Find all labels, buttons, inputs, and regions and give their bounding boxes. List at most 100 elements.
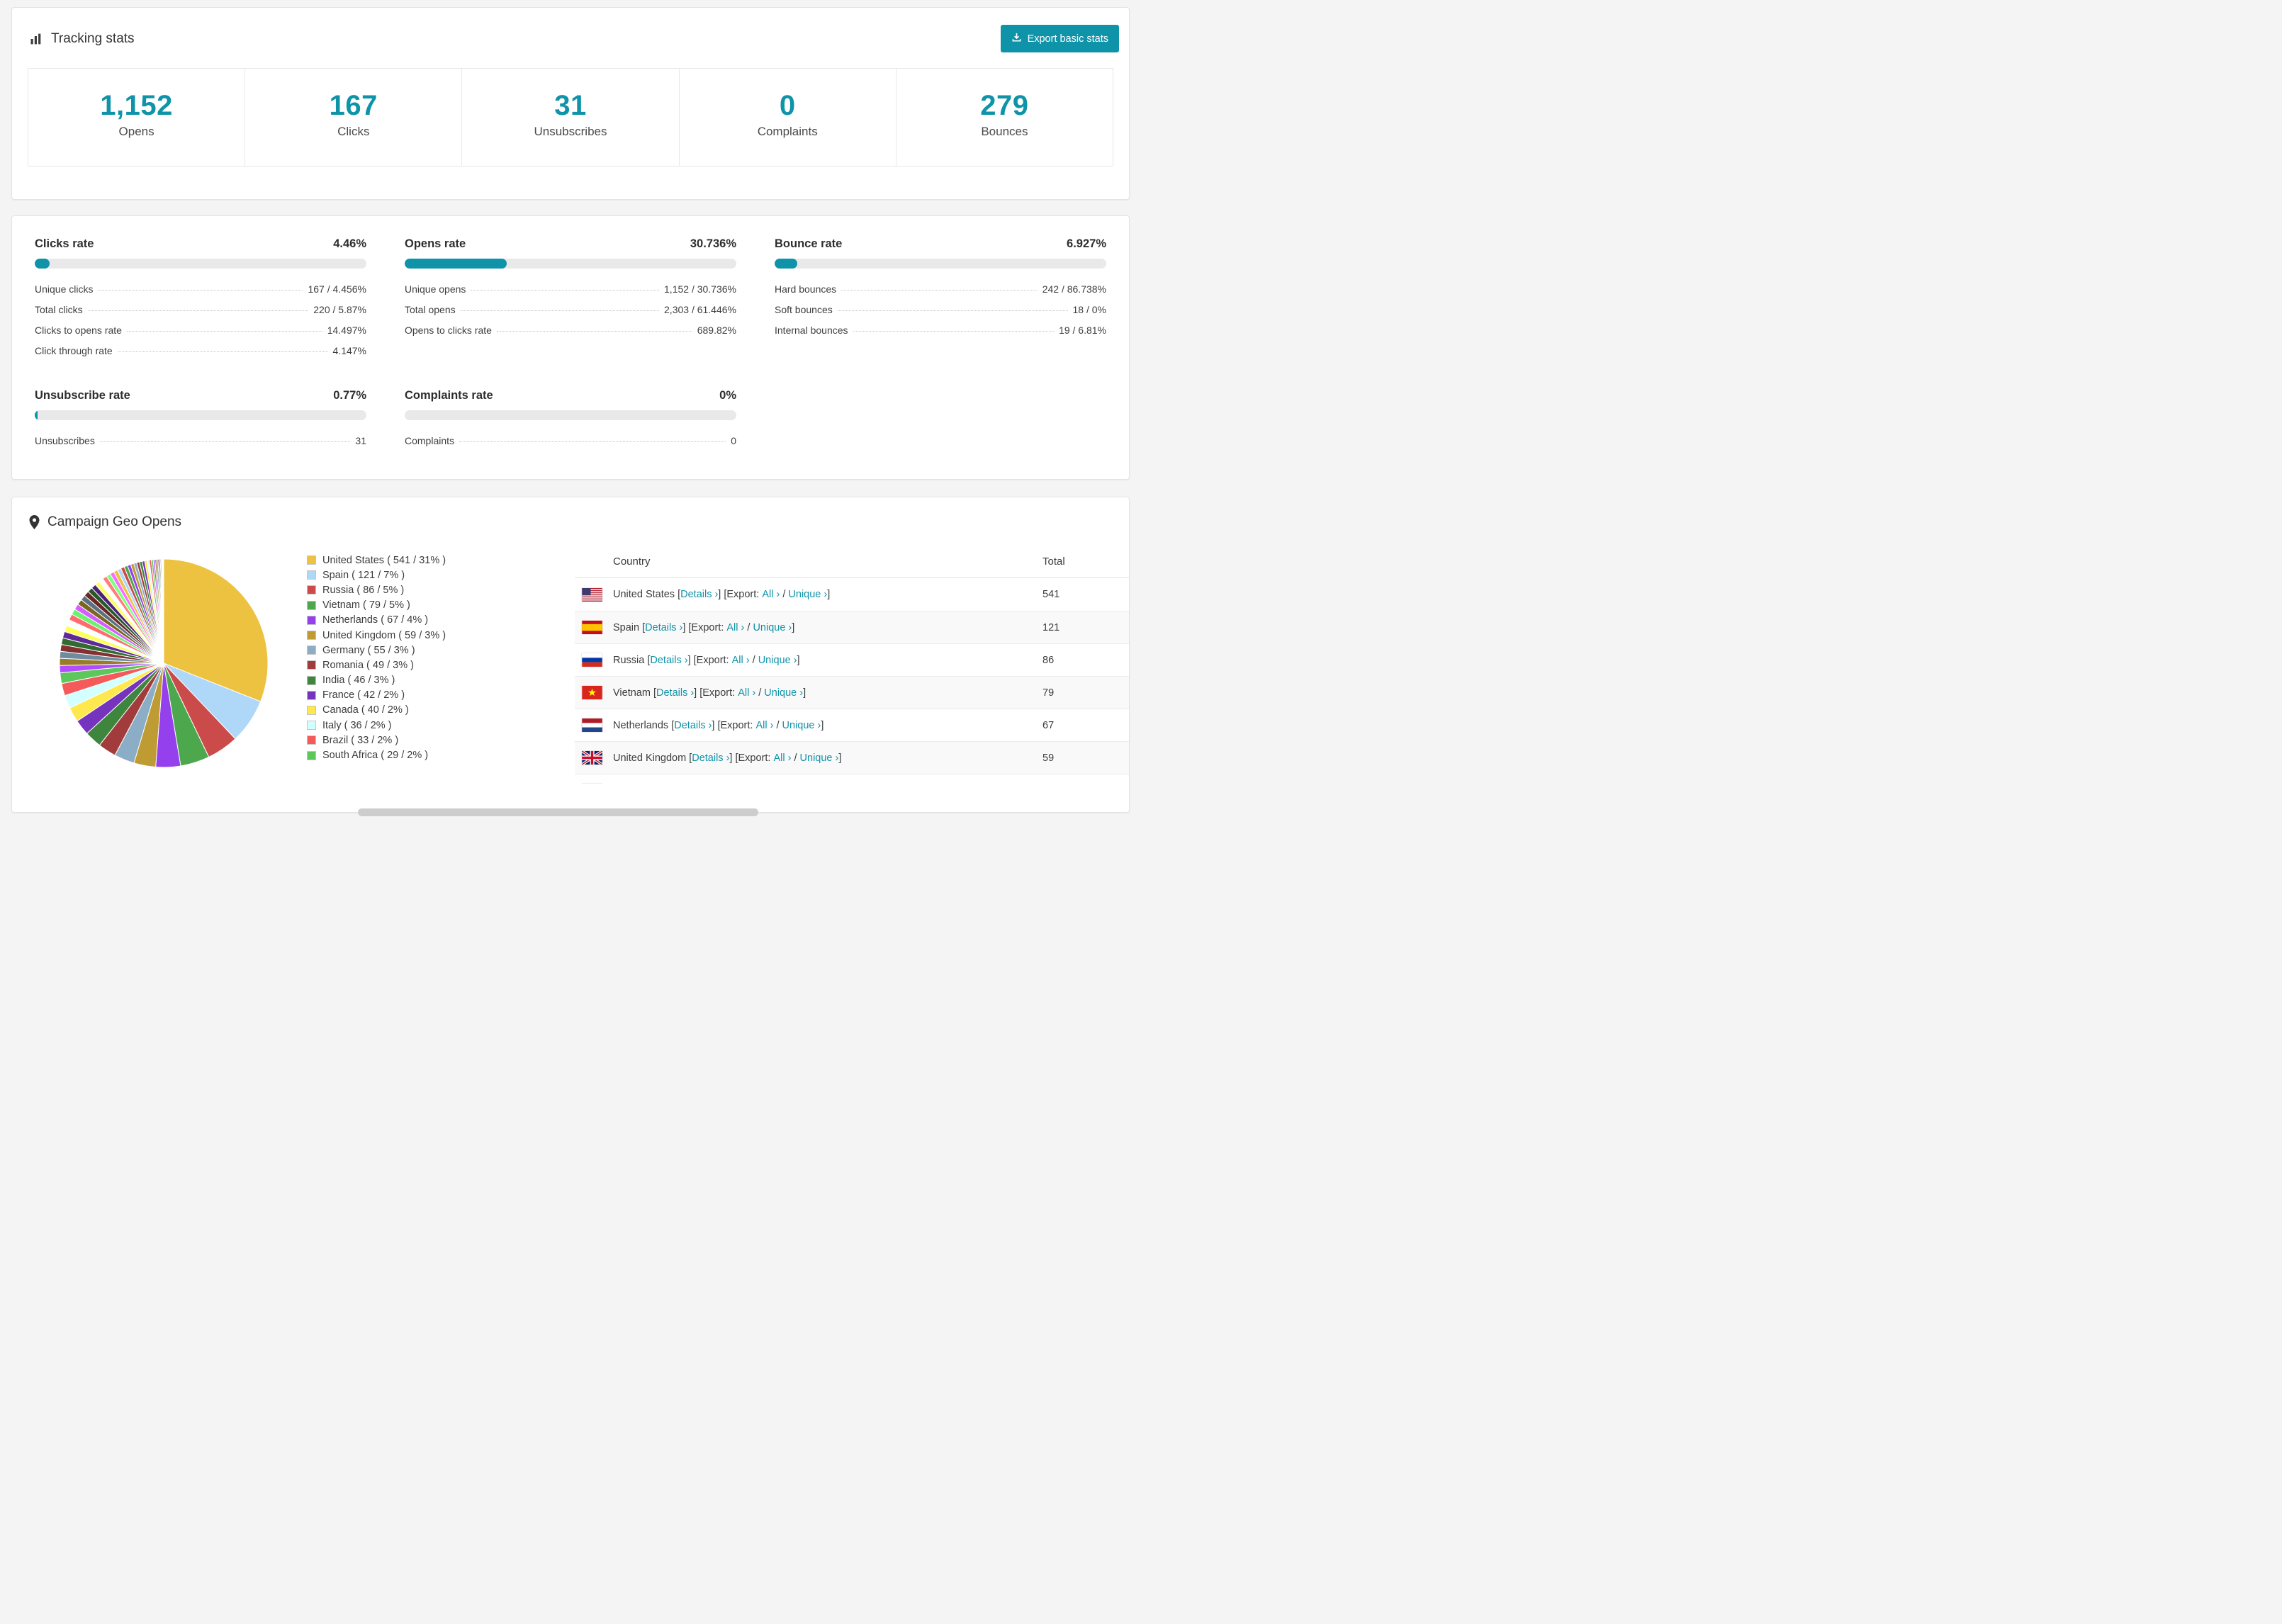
geo-card-header: Campaign Geo Opens	[12, 497, 1129, 543]
stat-value: 0	[779, 90, 796, 121]
export-unique-link[interactable]: Unique ›	[782, 720, 821, 731]
details-link[interactable]: Details ›	[656, 687, 694, 699]
dotted-leader	[853, 330, 1055, 332]
metric-label: Internal bounces	[775, 324, 848, 336]
country-column-header: Country	[613, 556, 651, 568]
export-all-link[interactable]: All ›	[738, 687, 755, 699]
details-link[interactable]: Details ›	[645, 622, 682, 633]
rate-header: Bounce rate 6.927%	[775, 237, 1106, 251]
progress-bar	[35, 259, 366, 269]
punctuation: ]	[803, 687, 806, 699]
legend-item: Vietnam ( 79 / 5% )	[307, 598, 556, 613]
tracking-card-header: Tracking stats Export basic stats	[12, 8, 1129, 65]
legend-item: Netherlands ( 67 / 4% )	[307, 613, 556, 628]
legend-label: Netherlands ( 67 / 4% )	[322, 614, 429, 626]
export-all-link[interactable]: All ›	[773, 752, 791, 764]
rate-metric-row: Unique opens 1,152 / 30.736%	[405, 278, 736, 299]
country-total: 79	[1042, 687, 1055, 699]
metric-value: 14.497%	[327, 324, 366, 336]
tracking-stats-heading: Tracking stats	[29, 31, 135, 47]
legend-label: Spain ( 121 / 7% )	[322, 569, 405, 581]
legend-item: Romania ( 49 / 3% )	[307, 658, 556, 672]
export-all-link[interactable]: All ›	[732, 655, 750, 666]
stat-box-unsubscribes: 31 Unsubscribes	[461, 68, 680, 167]
progress-bar	[775, 259, 1106, 269]
metric-label: Opens to clicks rate	[405, 324, 492, 336]
metric-value: 0	[731, 434, 736, 446]
dotted-leader	[87, 310, 309, 311]
metric-label: Complaints	[405, 434, 455, 446]
country-total: 67	[1042, 719, 1055, 731]
details-link[interactable]: Details ›	[674, 720, 712, 731]
dotted-leader	[471, 289, 660, 291]
progress-bar-fill	[35, 410, 38, 420]
punctuation: /	[744, 621, 753, 633]
rate-metric-row: Click through rate 4.147%	[35, 340, 366, 361]
geo-table: Country Total United States [Details ›] […	[575, 546, 1129, 784]
geo-title-text: Campaign Geo Opens	[47, 514, 182, 529]
punctuation: ]	[797, 654, 800, 666]
rate-header: Complaints rate 0%	[405, 389, 736, 402]
bar-chart-icon	[29, 32, 43, 46]
punctuation: [	[650, 687, 656, 699]
details-link[interactable]: Details ›	[650, 655, 687, 666]
dotted-leader	[126, 330, 322, 332]
export-unique-link[interactable]: Unique ›	[788, 589, 827, 600]
rate-metric-row: Total opens 2,303 / 61.446%	[405, 299, 736, 320]
rate-title: Opens rate	[405, 237, 466, 250]
legend-label: Romania ( 49 / 3% )	[322, 659, 414, 671]
legend-label: Italy ( 36 / 2% )	[322, 719, 392, 731]
punctuation: ] [Export:	[682, 621, 727, 633]
rate-percent: 0.77%	[333, 389, 366, 402]
details-link[interactable]: Details ›	[680, 589, 718, 600]
stat-label: Unsubscribes	[534, 125, 607, 138]
horizontal-scrollbar-thumb[interactable]	[358, 808, 758, 816]
punctuation: [	[644, 654, 651, 666]
ru-flag-icon	[582, 653, 602, 667]
export-unique-link[interactable]: Unique ›	[758, 655, 797, 666]
rate-block: Opens rate 30.736% Unique opens 1,152 / 30.…	[405, 237, 736, 361]
punctuation: /	[780, 589, 789, 600]
legend-swatch	[307, 721, 316, 731]
export-unique-link[interactable]: Unique ›	[800, 752, 839, 764]
country-name: Russia	[613, 654, 645, 666]
export-all-link[interactable]: All ›	[755, 720, 773, 731]
rate-header: Opens rate 30.736%	[405, 237, 736, 251]
table-row-es: Spain [Details ›] [Export: All › / Unique ›…	[575, 611, 1129, 643]
country-cell: United Kingdom [Details ›] [Export: All › …	[613, 752, 1042, 764]
rate-metric-row: Unique clicks 167 / 4.456%	[35, 278, 366, 299]
rates-card: Clicks rate 4.46% Unique clicks 167 / 4.456…	[11, 215, 1130, 480]
rate-metric-row: Clicks to opens rate 14.497%	[35, 320, 366, 340]
stat-label: Complaints	[757, 125, 818, 138]
rate-percent: 0%	[719, 389, 736, 402]
export-unique-link[interactable]: Unique ›	[764, 687, 803, 699]
progress-bar	[35, 410, 366, 420]
rate-block: Bounce rate 6.927% Hard bounces 242 / 86.73…	[775, 237, 1106, 361]
export-all-link[interactable]: All ›	[762, 589, 780, 600]
rate-metric-row: Soft bounces 18 / 0%	[775, 299, 1106, 320]
metric-value: 1,152 / 30.736%	[664, 283, 736, 295]
legend-item: India ( 46 / 3% )	[307, 673, 556, 688]
table-row-de: Germany [Details›] [Export: All› / Uniqu…	[575, 774, 1129, 784]
punctuation: ] [Export:	[687, 654, 732, 666]
rate-metric-row: Internal bounces 19 / 6.81%	[775, 320, 1106, 340]
legend-label: Brazil ( 33 / 2% )	[322, 734, 399, 746]
export-basic-stats-button[interactable]: Export basic stats	[1000, 25, 1119, 52]
metric-value: 689.82%	[697, 324, 736, 336]
punctuation: ]	[821, 719, 824, 731]
details-link[interactable]: Details ›	[692, 752, 729, 764]
vn-flag-icon	[582, 686, 602, 699]
legend-swatch	[307, 690, 316, 700]
export-unique-link[interactable]: Unique ›	[753, 622, 792, 633]
country-name: United Kingdom	[613, 752, 687, 764]
punctuation: ]	[792, 621, 795, 633]
tracking-stats-card: Tracking stats Export basic stats 1,152 O…	[11, 7, 1130, 200]
legend-label: South Africa ( 29 / 2% )	[322, 750, 429, 762]
country-cell: Russia [Details ›] [Export: All › / Unique…	[613, 655, 1042, 666]
stat-value: 279	[980, 90, 1029, 121]
metric-value: 242 / 86.738%	[1042, 283, 1106, 295]
rate-title: Complaints rate	[405, 389, 493, 402]
export-all-link[interactable]: All ›	[726, 622, 744, 633]
us-flag-icon	[582, 587, 602, 602]
legend-item: Brazil ( 33 / 2% )	[307, 733, 556, 748]
